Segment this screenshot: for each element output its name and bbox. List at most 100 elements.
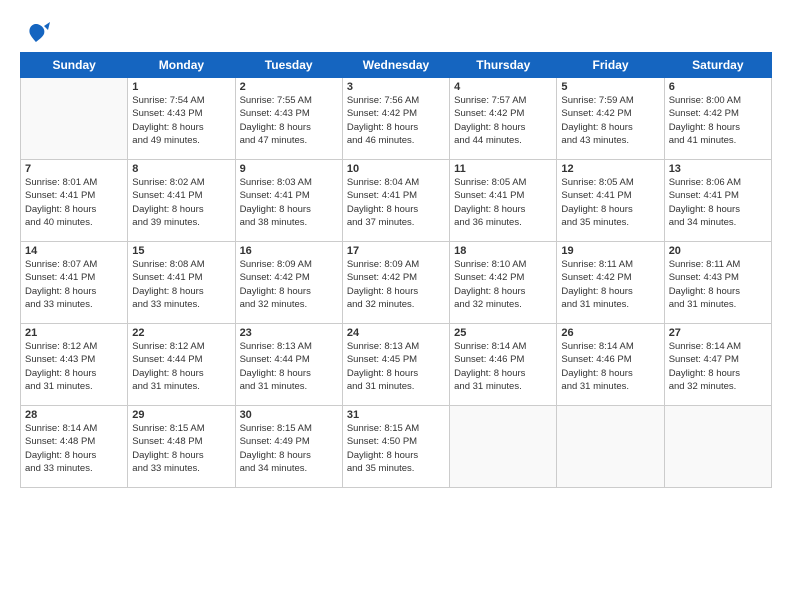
calendar-cell: 14Sunrise: 8:07 AMSunset: 4:41 PMDayligh… (21, 242, 128, 324)
page-container: SundayMondayTuesdayWednesdayThursdayFrid… (0, 0, 792, 498)
logo-icon (22, 20, 50, 48)
day-info: Sunrise: 8:13 AMSunset: 4:44 PMDaylight:… (240, 340, 338, 393)
day-number: 20 (669, 245, 767, 257)
weekday-header-monday: Monday (128, 53, 235, 78)
calendar-cell (450, 406, 557, 488)
calendar-cell: 24Sunrise: 8:13 AMSunset: 4:45 PMDayligh… (342, 324, 449, 406)
calendar-week-2: 14Sunrise: 8:07 AMSunset: 4:41 PMDayligh… (21, 242, 772, 324)
calendar-cell: 26Sunrise: 8:14 AMSunset: 4:46 PMDayligh… (557, 324, 664, 406)
calendar-cell: 30Sunrise: 8:15 AMSunset: 4:49 PMDayligh… (235, 406, 342, 488)
weekday-header-friday: Friday (557, 53, 664, 78)
day-number: 13 (669, 163, 767, 175)
calendar-cell: 7Sunrise: 8:01 AMSunset: 4:41 PMDaylight… (21, 160, 128, 242)
day-info: Sunrise: 7:57 AMSunset: 4:42 PMDaylight:… (454, 94, 552, 147)
day-number: 12 (561, 163, 659, 175)
day-number: 5 (561, 81, 659, 93)
calendar-week-4: 28Sunrise: 8:14 AMSunset: 4:48 PMDayligh… (21, 406, 772, 488)
day-info: Sunrise: 8:05 AMSunset: 4:41 PMDaylight:… (561, 176, 659, 229)
day-number: 30 (240, 409, 338, 421)
calendar-week-0: 1Sunrise: 7:54 AMSunset: 4:43 PMDaylight… (21, 78, 772, 160)
day-info: Sunrise: 8:14 AMSunset: 4:48 PMDaylight:… (25, 422, 123, 475)
day-info: Sunrise: 8:07 AMSunset: 4:41 PMDaylight:… (25, 258, 123, 311)
day-info: Sunrise: 8:01 AMSunset: 4:41 PMDaylight:… (25, 176, 123, 229)
calendar-cell: 13Sunrise: 8:06 AMSunset: 4:41 PMDayligh… (664, 160, 771, 242)
day-info: Sunrise: 8:06 AMSunset: 4:41 PMDaylight:… (669, 176, 767, 229)
calendar-week-3: 21Sunrise: 8:12 AMSunset: 4:43 PMDayligh… (21, 324, 772, 406)
calendar-cell: 16Sunrise: 8:09 AMSunset: 4:42 PMDayligh… (235, 242, 342, 324)
weekday-header-tuesday: Tuesday (235, 53, 342, 78)
calendar-table: SundayMondayTuesdayWednesdayThursdayFrid… (20, 52, 772, 488)
calendar-cell: 17Sunrise: 8:09 AMSunset: 4:42 PMDayligh… (342, 242, 449, 324)
day-info: Sunrise: 8:15 AMSunset: 4:48 PMDaylight:… (132, 422, 230, 475)
calendar-cell: 8Sunrise: 8:02 AMSunset: 4:41 PMDaylight… (128, 160, 235, 242)
day-info: Sunrise: 8:13 AMSunset: 4:45 PMDaylight:… (347, 340, 445, 393)
calendar-cell: 28Sunrise: 8:14 AMSunset: 4:48 PMDayligh… (21, 406, 128, 488)
day-number: 15 (132, 245, 230, 257)
calendar-cell: 12Sunrise: 8:05 AMSunset: 4:41 PMDayligh… (557, 160, 664, 242)
weekday-header-thursday: Thursday (450, 53, 557, 78)
calendar-cell: 23Sunrise: 8:13 AMSunset: 4:44 PMDayligh… (235, 324, 342, 406)
day-number: 7 (25, 163, 123, 175)
day-info: Sunrise: 8:10 AMSunset: 4:42 PMDaylight:… (454, 258, 552, 311)
weekday-header-wednesday: Wednesday (342, 53, 449, 78)
day-number: 17 (347, 245, 445, 257)
day-number: 3 (347, 81, 445, 93)
calendar-cell: 21Sunrise: 8:12 AMSunset: 4:43 PMDayligh… (21, 324, 128, 406)
day-info: Sunrise: 8:14 AMSunset: 4:46 PMDaylight:… (454, 340, 552, 393)
calendar-cell: 18Sunrise: 8:10 AMSunset: 4:42 PMDayligh… (450, 242, 557, 324)
calendar-cell: 22Sunrise: 8:12 AMSunset: 4:44 PMDayligh… (128, 324, 235, 406)
calendar-week-1: 7Sunrise: 8:01 AMSunset: 4:41 PMDaylight… (21, 160, 772, 242)
day-info: Sunrise: 8:12 AMSunset: 4:43 PMDaylight:… (25, 340, 123, 393)
day-info: Sunrise: 7:55 AMSunset: 4:43 PMDaylight:… (240, 94, 338, 147)
day-number: 31 (347, 409, 445, 421)
calendar-cell: 1Sunrise: 7:54 AMSunset: 4:43 PMDaylight… (128, 78, 235, 160)
day-number: 9 (240, 163, 338, 175)
calendar-cell: 27Sunrise: 8:14 AMSunset: 4:47 PMDayligh… (664, 324, 771, 406)
calendar-cell: 29Sunrise: 8:15 AMSunset: 4:48 PMDayligh… (128, 406, 235, 488)
day-number: 24 (347, 327, 445, 339)
calendar-cell (21, 78, 128, 160)
day-info: Sunrise: 8:00 AMSunset: 4:42 PMDaylight:… (669, 94, 767, 147)
day-info: Sunrise: 8:15 AMSunset: 4:50 PMDaylight:… (347, 422, 445, 475)
calendar-cell: 4Sunrise: 7:57 AMSunset: 4:42 PMDaylight… (450, 78, 557, 160)
day-info: Sunrise: 8:08 AMSunset: 4:41 PMDaylight:… (132, 258, 230, 311)
calendar-cell: 31Sunrise: 8:15 AMSunset: 4:50 PMDayligh… (342, 406, 449, 488)
day-number: 14 (25, 245, 123, 257)
day-info: Sunrise: 8:09 AMSunset: 4:42 PMDaylight:… (240, 258, 338, 311)
day-info: Sunrise: 8:09 AMSunset: 4:42 PMDaylight:… (347, 258, 445, 311)
day-number: 10 (347, 163, 445, 175)
day-info: Sunrise: 8:14 AMSunset: 4:46 PMDaylight:… (561, 340, 659, 393)
weekday-header-sunday: Sunday (21, 53, 128, 78)
day-info: Sunrise: 8:04 AMSunset: 4:41 PMDaylight:… (347, 176, 445, 229)
day-info: Sunrise: 8:11 AMSunset: 4:42 PMDaylight:… (561, 258, 659, 311)
logo (20, 20, 50, 48)
day-number: 11 (454, 163, 552, 175)
calendar-cell: 15Sunrise: 8:08 AMSunset: 4:41 PMDayligh… (128, 242, 235, 324)
day-info: Sunrise: 8:12 AMSunset: 4:44 PMDaylight:… (132, 340, 230, 393)
calendar-cell: 6Sunrise: 8:00 AMSunset: 4:42 PMDaylight… (664, 78, 771, 160)
day-info: Sunrise: 7:54 AMSunset: 4:43 PMDaylight:… (132, 94, 230, 147)
day-info: Sunrise: 8:02 AMSunset: 4:41 PMDaylight:… (132, 176, 230, 229)
day-number: 16 (240, 245, 338, 257)
day-info: Sunrise: 8:03 AMSunset: 4:41 PMDaylight:… (240, 176, 338, 229)
calendar-cell: 19Sunrise: 8:11 AMSunset: 4:42 PMDayligh… (557, 242, 664, 324)
day-number: 29 (132, 409, 230, 421)
day-info: Sunrise: 8:11 AMSunset: 4:43 PMDaylight:… (669, 258, 767, 311)
day-number: 21 (25, 327, 123, 339)
calendar-cell: 10Sunrise: 8:04 AMSunset: 4:41 PMDayligh… (342, 160, 449, 242)
calendar-cell: 5Sunrise: 7:59 AMSunset: 4:42 PMDaylight… (557, 78, 664, 160)
day-info: Sunrise: 8:15 AMSunset: 4:49 PMDaylight:… (240, 422, 338, 475)
day-info: Sunrise: 7:59 AMSunset: 4:42 PMDaylight:… (561, 94, 659, 147)
day-number: 8 (132, 163, 230, 175)
day-number: 22 (132, 327, 230, 339)
day-number: 6 (669, 81, 767, 93)
calendar-cell (664, 406, 771, 488)
day-number: 19 (561, 245, 659, 257)
day-info: Sunrise: 8:14 AMSunset: 4:47 PMDaylight:… (669, 340, 767, 393)
day-number: 23 (240, 327, 338, 339)
day-number: 25 (454, 327, 552, 339)
calendar-cell (557, 406, 664, 488)
day-info: Sunrise: 7:56 AMSunset: 4:42 PMDaylight:… (347, 94, 445, 147)
calendar-cell: 2Sunrise: 7:55 AMSunset: 4:43 PMDaylight… (235, 78, 342, 160)
calendar-cell: 9Sunrise: 8:03 AMSunset: 4:41 PMDaylight… (235, 160, 342, 242)
